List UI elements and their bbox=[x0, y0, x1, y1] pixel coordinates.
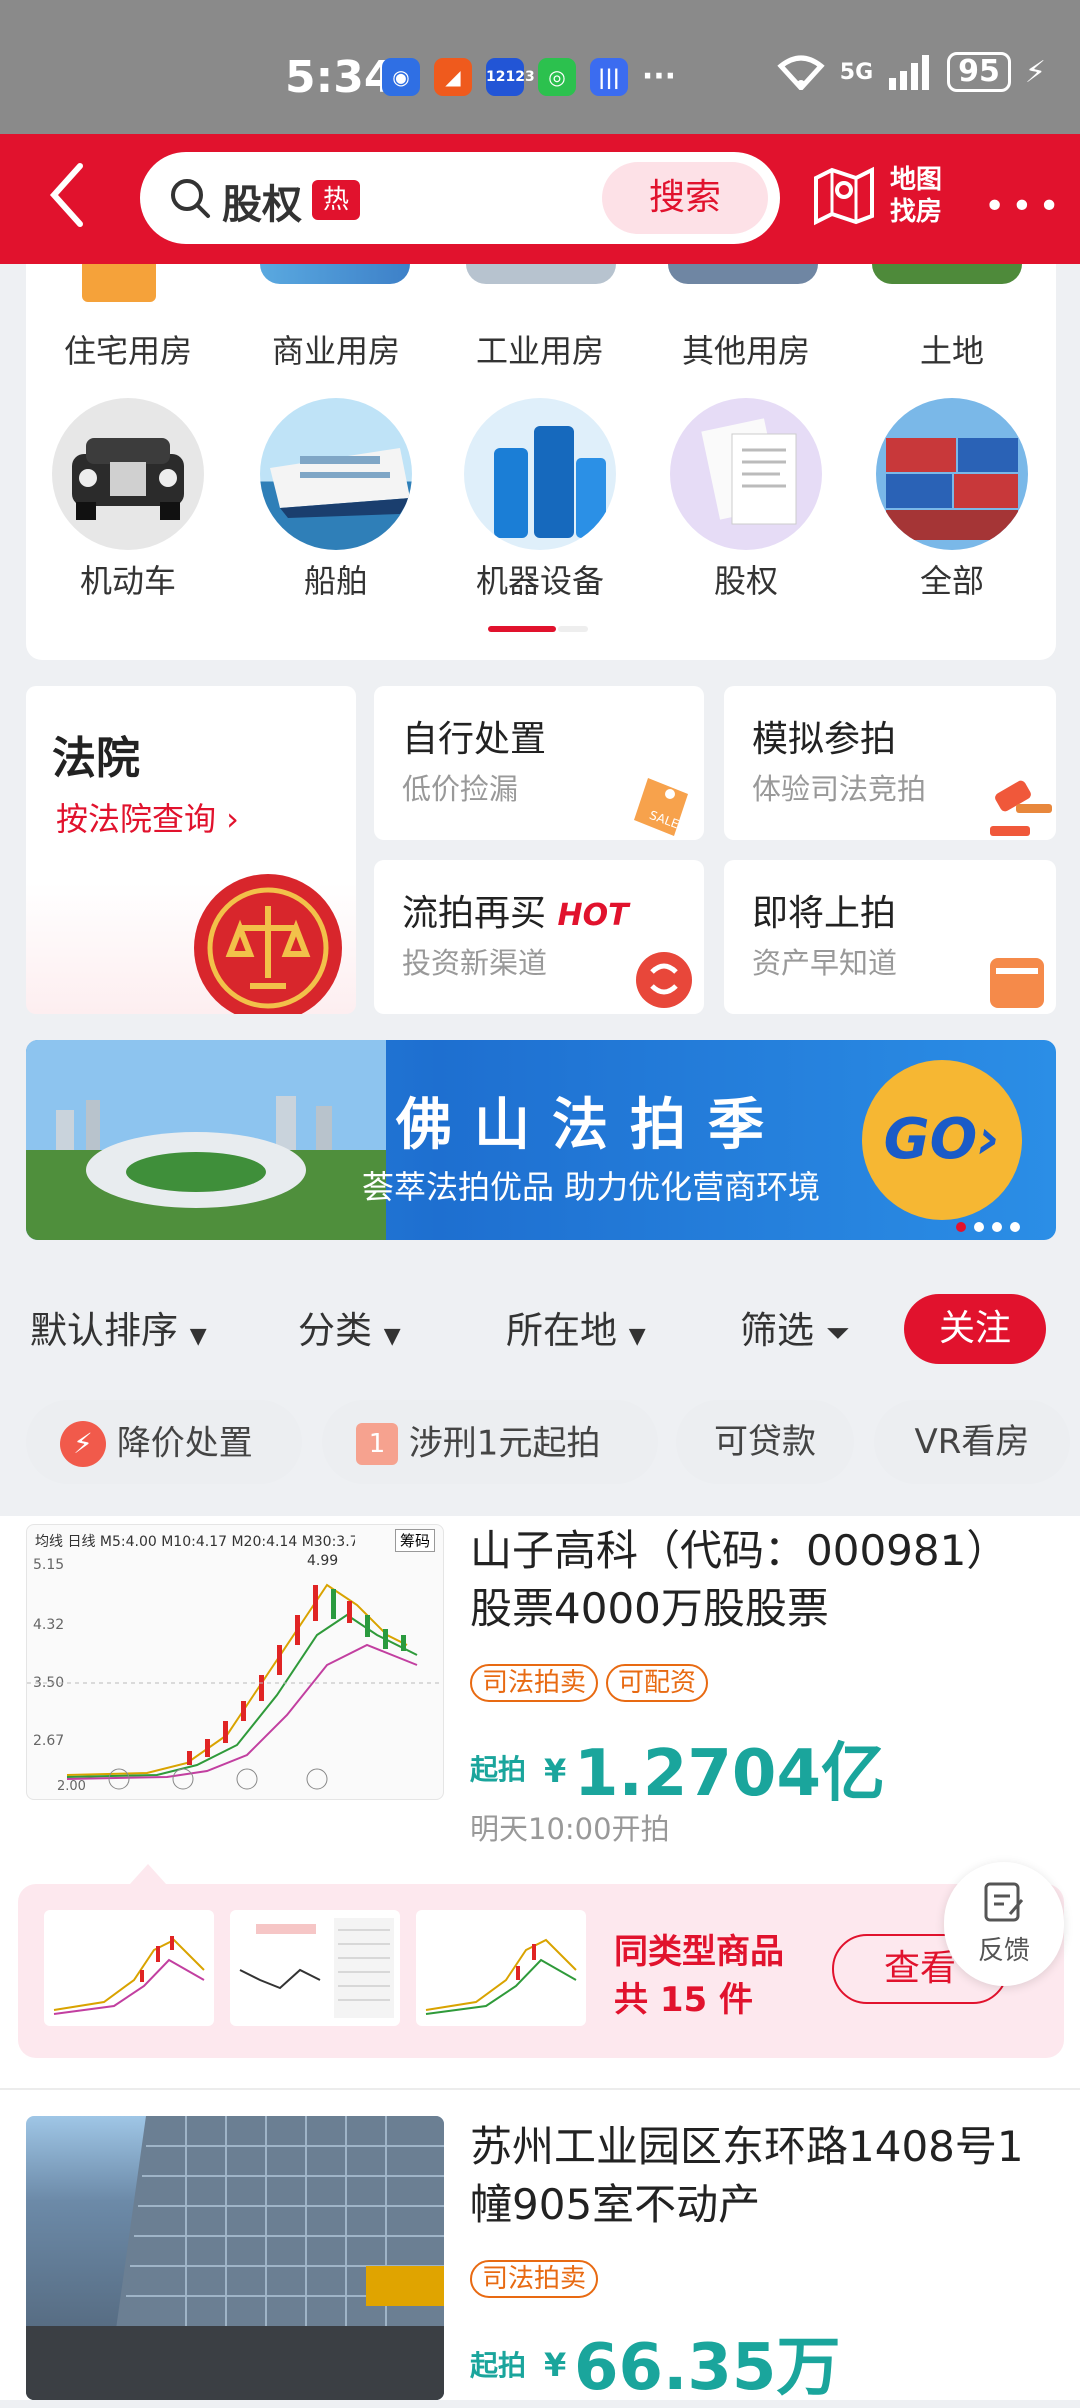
feedback-button[interactable]: 反馈 bbox=[944, 1862, 1064, 1986]
map-icon bbox=[814, 166, 874, 226]
stadium-image bbox=[26, 1040, 386, 1240]
signal-icon bbox=[889, 55, 930, 90]
building-photo[interactable] bbox=[26, 2116, 444, 2400]
court-emblem-icon bbox=[194, 874, 342, 1014]
relist-buy-tile[interactable]: 流拍再买 HOT 投资新渠道 bbox=[374, 860, 704, 1014]
chip-one-yuan[interactable]: 1 涉刑1元起拍 bbox=[322, 1400, 658, 1484]
car-icon bbox=[52, 398, 204, 550]
simulate-bid-tile[interactable]: 模拟参拍 体验司法竞拍 bbox=[724, 686, 1056, 840]
chip-vr[interactable]: VR看房 bbox=[874, 1400, 1070, 1484]
app-notification-icon: ◉ bbox=[382, 58, 420, 96]
upcoming-tile[interactable]: 即将上拍 资产早知道 bbox=[724, 860, 1056, 1014]
search-icon bbox=[171, 179, 210, 218]
calendar-icon bbox=[990, 958, 1044, 1008]
status-right: 5G 95 ⚡ bbox=[776, 52, 1046, 92]
candlestick-chart bbox=[27, 1583, 443, 1790]
listing-title[interactable]: 苏州工业园区东环路1408号1幢905室不动产 bbox=[470, 2118, 1050, 2234]
page-indicator-active bbox=[488, 626, 556, 632]
app-notification-icon: ||| bbox=[590, 58, 628, 96]
listing-price: 66.35万 bbox=[574, 2331, 841, 2405]
machinery-icon bbox=[464, 398, 616, 550]
filter-icon: ⏷ bbox=[825, 1316, 850, 1351]
banner-dots bbox=[956, 1222, 1020, 1232]
court-query-link[interactable]: 按法院查询 › bbox=[56, 794, 239, 840]
status-bar: 5:34 ◉ ◢ 12123 ◎ ||| ··· 5G 95 ⚡ bbox=[0, 0, 1080, 134]
chip-price-cut[interactable]: ⚡ 降价处置 bbox=[26, 1400, 302, 1484]
containers-icon bbox=[876, 398, 1028, 550]
self-dispose-tile[interactable]: 自行处置 低价捡漏 SALE bbox=[374, 686, 704, 840]
map-find-house-button[interactable]: 地图 找房 bbox=[812, 164, 942, 234]
commercial-icon bbox=[260, 264, 410, 284]
category-machinery[interactable]: 机器设备 bbox=[460, 398, 620, 602]
listing-tags: 司法拍卖 bbox=[470, 2260, 606, 2298]
category-land[interactable]: 土地 bbox=[872, 326, 1032, 372]
location-dropdown[interactable]: 所在地 ▼ bbox=[506, 1300, 646, 1354]
category-residential[interactable]: 住宅用房 bbox=[48, 326, 208, 372]
other-building-icon bbox=[668, 264, 818, 284]
charging-icon: ⚡ bbox=[1024, 54, 1046, 90]
sort-dropdown[interactable]: 默认排序 ▼ bbox=[30, 1300, 207, 1354]
banner-subtitle: 荟萃法拍优品 助力优化营商环境 bbox=[362, 1168, 821, 1206]
network-label: 5G bbox=[839, 59, 874, 85]
similar-items-panel[interactable]: 同类型商品 共 15 件 查看 bbox=[18, 1884, 1064, 2058]
hot-badge: 热 bbox=[312, 180, 360, 220]
more-notifications-icon: ··· bbox=[641, 59, 677, 94]
banner-go-button[interactable]: GO› bbox=[862, 1060, 1022, 1220]
refresh-coin-icon bbox=[636, 952, 692, 1008]
search-button[interactable]: 搜索 bbox=[602, 162, 768, 234]
wechat-icon: ◎ bbox=[538, 58, 576, 96]
chip-loan[interactable]: 可贷款 bbox=[676, 1400, 854, 1484]
category-ship[interactable]: 船舶 bbox=[256, 398, 416, 602]
listing-price: 1.2704亿 bbox=[574, 1737, 885, 1811]
category-equity[interactable]: 股权 bbox=[666, 398, 826, 602]
court-tile[interactable]: 法院 按法院查询 › bbox=[26, 686, 356, 1014]
category-dropdown[interactable]: 分类 ▼ bbox=[298, 1300, 401, 1354]
category-other-building[interactable]: 其他用房 bbox=[666, 326, 826, 372]
auction-start-time: 明天10:00开拍 bbox=[470, 1812, 670, 1846]
ship-icon bbox=[260, 398, 412, 550]
map-label: 地图 找房 bbox=[890, 165, 943, 227]
listing-title[interactable]: 山子高科（代码：000981）股票4000万股股票 bbox=[470, 1522, 1050, 1638]
back-icon[interactable] bbox=[44, 160, 94, 230]
sale-tag-icon: SALE bbox=[634, 778, 688, 836]
category-all[interactable]: 全部 bbox=[872, 398, 1032, 602]
similar-pointer bbox=[130, 1864, 166, 1884]
contract-icon bbox=[670, 398, 822, 550]
lightning-icon: ⚡ bbox=[60, 1420, 106, 1467]
search-bar[interactable]: 股权 热 搜索 bbox=[140, 152, 780, 244]
industrial-icon bbox=[466, 264, 616, 284]
similar-thumbnail[interactable] bbox=[44, 1910, 214, 2026]
follow-button[interactable]: 关注 bbox=[904, 1294, 1046, 1364]
banner-title: 佛山法拍季 bbox=[396, 1093, 786, 1158]
filter-button[interactable]: 筛选 ⏷ bbox=[740, 1300, 850, 1354]
similar-thumbnail[interactable] bbox=[230, 1910, 400, 2026]
promo-banner[interactable]: 佛山法拍季 荟萃法拍优品 助力优化营商环境 GO› bbox=[26, 1040, 1056, 1240]
search-input[interactable]: 股权 bbox=[222, 172, 302, 230]
app-notification-icon: ◢ bbox=[434, 58, 472, 96]
land-icon bbox=[872, 264, 1022, 284]
court-title: 法院 bbox=[52, 733, 140, 784]
battery-indicator: 95 bbox=[947, 52, 1011, 92]
category-commercial[interactable]: 商业用房 bbox=[256, 326, 416, 372]
edit-icon bbox=[984, 1882, 1024, 1922]
gavel-icon bbox=[990, 780, 1052, 836]
top-header: 股权 热 搜索 地图 找房 ••• bbox=[0, 134, 1080, 264]
similar-thumbnail[interactable] bbox=[416, 1910, 586, 2026]
category-industrial[interactable]: 工业用房 bbox=[460, 326, 620, 372]
residential-icon bbox=[82, 264, 156, 302]
wifi-icon bbox=[777, 55, 825, 90]
stock-chart-thumbnail[interactable]: 均线 日线 M5:4.00 M10:4.17 M20:4.14 M30:3.78… bbox=[26, 1524, 444, 1800]
page-indicator bbox=[558, 626, 588, 632]
status-time: 5:34 bbox=[285, 52, 395, 103]
one-yuan-icon: 1 bbox=[356, 1422, 398, 1465]
listing-divider bbox=[0, 2088, 1080, 2090]
app-notification-icon: 12123 bbox=[486, 58, 535, 96]
listing-tags: 司法拍卖 可配资 bbox=[470, 1664, 716, 1702]
more-options-icon[interactable]: ••• bbox=[984, 186, 1066, 227]
category-vehicle[interactable]: 机动车 bbox=[48, 398, 208, 602]
category-card: 住宅用房 商业用房 工业用房 其他用房 土地 机动车 船舶 机器设备 股权 全部 bbox=[26, 264, 1056, 660]
